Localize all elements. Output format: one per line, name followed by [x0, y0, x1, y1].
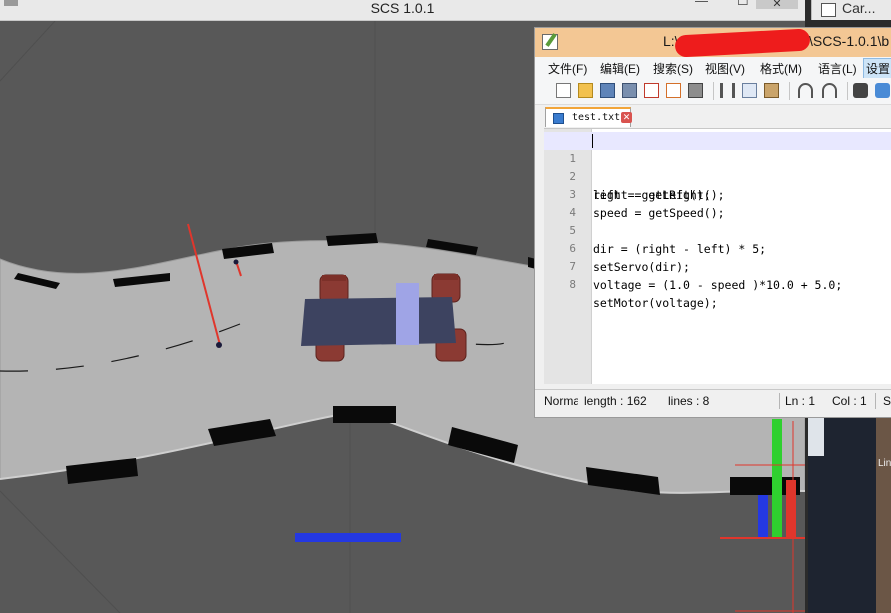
new-file-icon[interactable]: [556, 83, 571, 98]
tab-test-txt[interactable]: test.txt ✕: [545, 107, 632, 127]
menu-format[interactable]: 格式(M): [760, 60, 802, 77]
code-editor[interactable]: 1 left = getLeft(); 2 right = getRight()…: [544, 128, 891, 384]
paste-icon[interactable]: [764, 83, 779, 98]
code-line: 5 dir = (right - left) * 5;: [544, 204, 891, 256]
editor-titlebar[interactable]: L:\ \SCS-1.0.1\b: [535, 28, 891, 58]
car-stripe: [396, 283, 419, 345]
cut-icon[interactable]: [720, 83, 735, 98]
car-body: [301, 297, 456, 346]
background-window-icon: [808, 418, 824, 456]
saved-file-icon: [553, 113, 564, 124]
status-column: Col : 1: [832, 394, 867, 408]
editor-window[interactable]: L:\ \SCS-1.0.1\b 文件(F) 编辑(E) 搜索(S) 视图(V)…: [534, 27, 891, 418]
text-caret: [592, 134, 593, 148]
code-line: 4: [544, 186, 891, 219]
status-lines: lines : 8: [668, 394, 710, 408]
code-text: setMotor(voltage);: [593, 296, 718, 310]
status-selection: S: [883, 394, 891, 408]
open-file-icon[interactable]: [578, 83, 593, 98]
background-image: [876, 418, 891, 613]
code-text: voltage = (1.0 - speed )*10.0 + 5.0;: [593, 278, 843, 292]
menu-language[interactable]: 语言(L): [818, 60, 857, 77]
save-icon[interactable]: [600, 83, 615, 98]
code-line: 1 left = getLeft();: [544, 132, 891, 202]
find-icon[interactable]: [853, 83, 868, 98]
code-line: 7 voltage = (1.0 - speed )*10.0 + 5.0;: [544, 240, 891, 292]
line-number: 8: [569, 278, 576, 291]
status-file-type: Norma: [544, 394, 578, 408]
code-line: 6 setServo(dir);: [544, 222, 891, 274]
tab-label: test.txt: [572, 112, 621, 123]
scs-titlebar: SCS 1.0.1 — ☐ ✕: [0, 0, 805, 21]
menu-view[interactable]: 视图(V): [705, 60, 745, 77]
editor-title-right: \SCS-1.0.1\b: [809, 33, 890, 49]
window-title: SCS 1.0.1: [370, 0, 435, 16]
close-all-icon[interactable]: [666, 83, 681, 98]
tab-bar: test.txt ✕: [535, 105, 891, 127]
copy-icon[interactable]: [742, 83, 757, 98]
menu-edit[interactable]: 编辑(E): [600, 60, 640, 77]
code-line: 8 setMotor(voltage);: [544, 258, 891, 310]
toolbar: [535, 78, 891, 105]
menu-settings[interactable]: 设置: [863, 58, 891, 79]
redaction-mark: [674, 28, 811, 58]
save-all-icon[interactable]: [622, 83, 637, 98]
replace-icon[interactable]: [875, 83, 890, 98]
status-line: Ln : 1: [785, 394, 816, 408]
car-window-title: Car...: [842, 0, 876, 16]
background-text: Lin: [878, 458, 891, 469]
menu-bar: 文件(F) 编辑(E) 搜索(S) 视图(V) 格式(M) 语言(L) 设置: [535, 57, 891, 79]
maximize-button[interactable]: ☐: [737, 0, 749, 7]
menu-file[interactable]: 文件(F): [548, 60, 587, 77]
tab-close-icon[interactable]: ✕: [621, 112, 632, 123]
menu-search[interactable]: 搜索(S): [653, 60, 693, 77]
notepad-icon: [542, 34, 558, 50]
code-line: 2 right = getRight();: [544, 150, 891, 202]
print-icon[interactable]: [688, 83, 703, 98]
redo-icon[interactable]: [822, 83, 837, 98]
undo-icon[interactable]: [798, 83, 813, 98]
ground-axis: [295, 533, 401, 542]
status-length: length : 162: [584, 394, 647, 408]
status-bar: Norma length : 162 lines : 8 Ln : 1 Col …: [535, 389, 891, 412]
minimize-button[interactable]: —: [695, 0, 708, 7]
car-window-titlebar[interactable]: Car...: [811, 0, 891, 20]
close-icon[interactable]: [644, 83, 659, 98]
close-button[interactable]: ✕: [756, 0, 798, 10]
code-line: 3 speed = getSpeed();: [544, 168, 891, 220]
window-icon: [821, 3, 836, 17]
